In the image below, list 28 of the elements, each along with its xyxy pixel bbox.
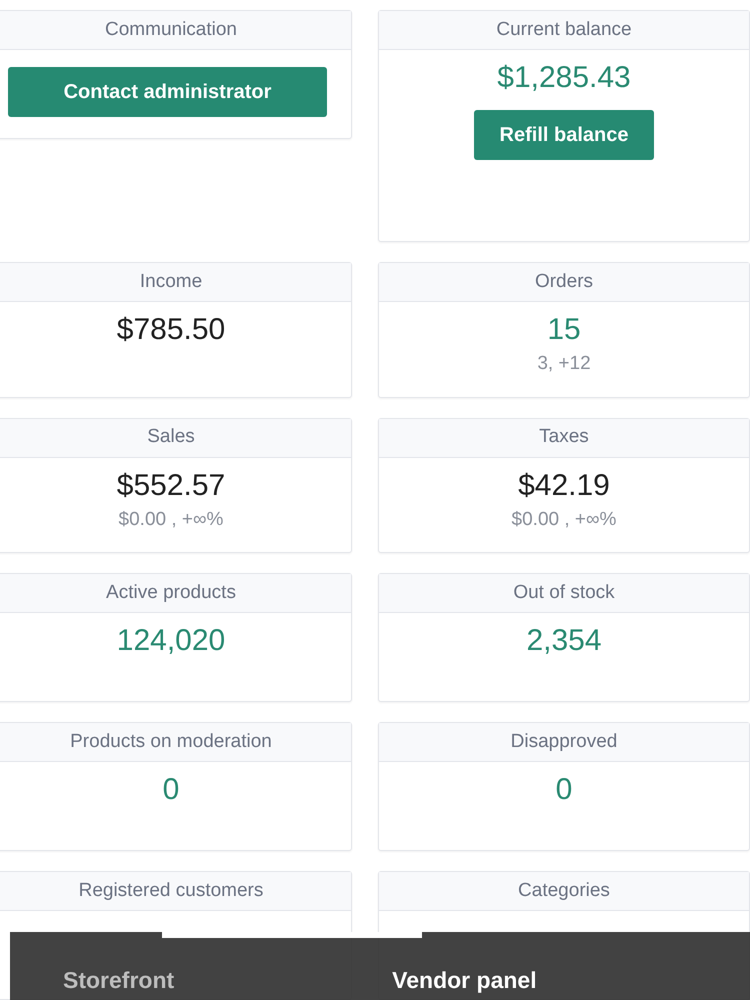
- stat-value: $1,285.43: [497, 60, 631, 96]
- stat-value: 0: [162, 772, 180, 808]
- stat-change: $0.00 , +∞%: [118, 508, 224, 532]
- card-title: Registered customers: [0, 872, 351, 911]
- stat-value: $785.50: [116, 312, 226, 348]
- stat-value: 124,020: [116, 623, 226, 659]
- stat-value: 2,354: [526, 623, 602, 659]
- stat-value: 0: [556, 772, 572, 808]
- action-button[interactable]: Refill balance: [474, 110, 654, 160]
- card-title: Sales: [0, 418, 351, 458]
- card-title: Orders: [379, 263, 749, 302]
- card-title: Current balance: [379, 11, 749, 50]
- stat-value: $552.57: [116, 468, 226, 504]
- card-title: Products on moderation: [0, 723, 351, 762]
- card-title: Disapproved: [379, 723, 749, 762]
- stat-value: 15: [547, 312, 581, 348]
- card-title: Out of stock: [379, 574, 749, 613]
- card-title: Categories: [379, 872, 749, 911]
- stat-value: $42.19: [518, 468, 610, 504]
- action-button[interactable]: Contact administrator: [8, 67, 327, 117]
- stat-change: $0.00 , +∞%: [512, 508, 616, 532]
- card-title: Active products: [0, 574, 351, 613]
- card-title: Taxes: [379, 418, 749, 458]
- card-title: Income: [0, 263, 351, 302]
- card-title: Communication: [0, 11, 351, 50]
- bottom-tab[interactable]: Storefront: [63, 968, 174, 992]
- stat-change: 3, +12: [537, 352, 591, 376]
- bottom-tab[interactable]: Vendor panel: [392, 968, 537, 992]
